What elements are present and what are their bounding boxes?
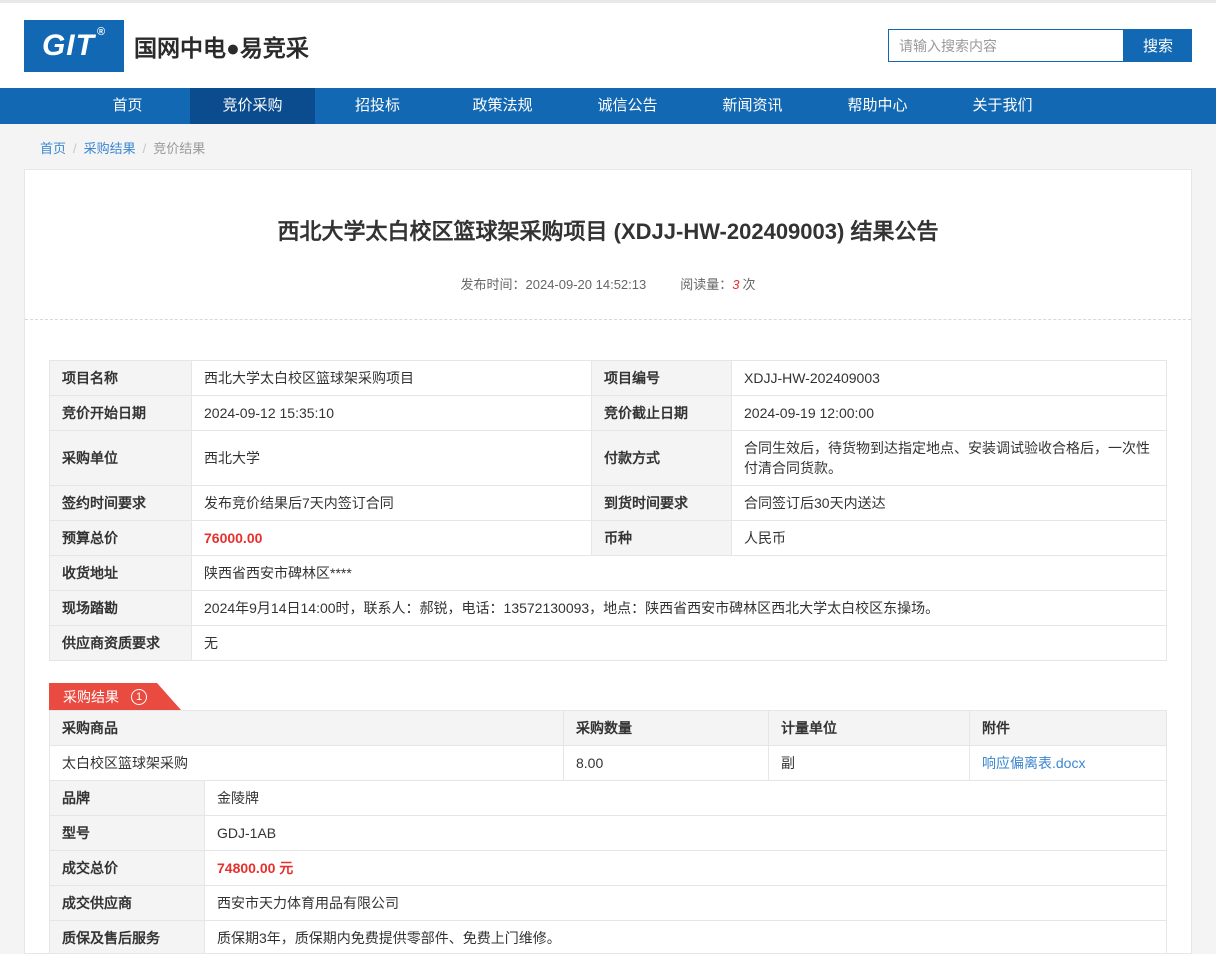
breadcrumb: 首页 / 采购结果 / 竞价结果 [0,124,1216,169]
breadcrumb-separator: / [143,141,147,156]
supplier-qualification-label: 供应商资质要求 [50,626,192,661]
final-price-label: 成交总价 [50,851,205,886]
table-row: 竞价开始日期 2024-09-12 15:35:10 竞价截止日期 2024-0… [50,396,1167,431]
table-row: 预算总价 76000.00 币种 人民币 [50,521,1167,556]
delivery-address-label: 收货地址 [50,556,192,591]
winning-supplier-value: 西安市天力体育用品有限公司 [205,886,1167,921]
table-row: 供应商资质要求 无 [50,626,1167,661]
nav-item-policies[interactable]: 政策法规 [440,88,565,124]
site-visit-label: 现场踏勘 [50,591,192,626]
payment-method-value: 合同生效后，待货物到达指定地点、安装调试验收合格后，一次性付清合同货款。 [732,431,1167,486]
budget-total-label: 预算总价 [50,521,192,556]
delivery-time-value: 合同签订后30天内送达 [732,486,1167,521]
attachment-header: 附件 [970,711,1167,746]
table-row: 收货地址 陕西省西安市碑林区**** [50,556,1167,591]
nav-item-tenders[interactable]: 招投标 [315,88,440,124]
project-name-label: 项目名称 [50,361,192,396]
table-header-row: 采购商品 采购数量 计量单位 附件 [50,711,1167,746]
final-price-value: 74800.00 元 [205,851,1167,886]
warranty-value: 质保期3年，质保期内免费提供零部件、免费上门维修。 [205,921,1167,954]
site-visit-value: 2024年9月14日14:00时，联系人：郝锐，电话：13572130093，地… [192,591,1167,626]
attachment-link[interactable]: 响应偏离表.docx [982,755,1085,771]
views-unit: 次 [742,277,755,292]
purchaser-value: 西北大学 [192,431,592,486]
table-row: 项目名称 西北大学太白校区篮球架采购项目 项目编号 XDJJ-HW-202409… [50,361,1167,396]
nav-item-news[interactable]: 新闻资讯 [690,88,815,124]
views-count: 3 [732,277,739,292]
signing-time-label: 签约时间要求 [50,486,192,521]
bid-start-label: 竞价开始日期 [50,396,192,431]
logo-text: GIT [42,29,95,63]
table-row: 现场踏勘 2024年9月14日14:00时，联系人：郝锐，电话：13572130… [50,591,1167,626]
currency-value: 人民币 [732,521,1167,556]
signing-time-value: 发布竞价结果后7天内签订合同 [192,486,592,521]
badge-label: 采购结果 [63,687,119,707]
delivery-time-label: 到货时间要求 [592,486,732,521]
supplier-qualification-value: 无 [192,626,1167,661]
table-row: 成交供应商 西安市天力体育用品有限公司 [50,886,1167,921]
unit-value: 副 [769,746,970,781]
article-meta: 发布时间：2024-09-20 14:52:13 阅读量：3次 [49,274,1167,293]
bid-start-value: 2024-09-12 15:35:10 [192,396,592,431]
project-info-table: 项目名称 西北大学太白校区篮球架采购项目 项目编号 XDJJ-HW-202409… [49,360,1167,661]
nav-item-help-center[interactable]: 帮助中心 [815,88,940,124]
search-button[interactable]: 搜索 [1124,29,1192,62]
warranty-label: 质保及售后服务 [50,921,205,954]
site-logo[interactable]: GIT® [24,20,124,72]
bid-deadline-value: 2024-09-19 12:00:00 [732,396,1167,431]
table-row: 签约时间要求 发布竞价结果后7天内签订合同 到货时间要求 合同签订后30天内送达 [50,486,1167,521]
model-value: GDJ-1AB [205,816,1167,851]
procurement-result-badge: 采购结果 1 [49,683,181,710]
unit-header: 计量单位 [769,711,970,746]
table-row: 成交总价 74800.00 元 [50,851,1167,886]
payment-method-label: 付款方式 [592,431,732,486]
table-row: 型号 GDJ-1AB [50,816,1167,851]
result-table: 采购商品 采购数量 计量单位 附件 太白校区篮球架采购 8.00 副 响应偏离表… [49,710,1167,781]
table-row: 质保及售后服务 质保期3年，质保期内免费提供零部件、免费上门维修。 [50,921,1167,954]
budget-total-value: 76000.00 [192,521,592,556]
page-title: 西北大学太白校区篮球架采购项目 (XDJJ-HW-202409003) 结果公告 [49,214,1167,246]
product-value: 太白校区篮球架采购 [50,746,564,781]
nav-item-about-us[interactable]: 关于我们 [940,88,1065,124]
purchaser-label: 采购单位 [50,431,192,486]
quantity-value: 8.00 [564,746,769,781]
table-row: 太白校区篮球架采购 8.00 副 响应偏离表.docx [50,746,1167,781]
site-header: GIT® 国网中电●易竞采 搜索 [0,3,1216,88]
title-section: 西北大学太白校区篮球架采购项目 (XDJJ-HW-202409003) 结果公告… [25,170,1191,320]
brand-value: 金陵牌 [205,781,1167,816]
table-row: 品牌 金陵牌 [50,781,1167,816]
breadcrumb-home[interactable]: 首页 [40,141,66,156]
breadcrumb-procurement-results[interactable]: 采购结果 [84,141,136,156]
registered-mark-icon: ® [97,26,106,38]
project-name-value: 西北大学太白校区篮球架采购项目 [192,361,592,396]
nav-item-integrity-notices[interactable]: 诚信公告 [565,88,690,124]
nav-item-bidding-procurement[interactable]: 竞价采购 [190,88,315,124]
publish-time-value: 2024-09-20 14:52:13 [526,277,647,292]
nav-item-home[interactable]: 首页 [65,88,190,124]
project-number-label: 项目编号 [592,361,732,396]
product-header: 采购商品 [50,711,564,746]
badge-number-icon: 1 [131,689,147,705]
search-input[interactable] [888,29,1124,62]
delivery-address-value: 陕西省西安市碑林区**** [192,556,1167,591]
breadcrumb-separator: / [73,141,77,156]
winning-supplier-label: 成交供应商 [50,886,205,921]
bid-deadline-label: 竞价截止日期 [592,396,732,431]
quantity-header: 采购数量 [564,711,769,746]
search-area: 搜索 [888,29,1192,62]
site-name: 国网中电●易竞采 [134,29,309,63]
result-details-table: 品牌 金陵牌 型号 GDJ-1AB 成交总价 74800.00 元 成交供应商 … [49,780,1167,954]
currency-label: 币种 [592,521,732,556]
announcement-card: 西北大学太白校区篮球架采购项目 (XDJJ-HW-202409003) 结果公告… [24,169,1192,954]
breadcrumb-current: 竞价结果 [153,141,205,156]
announcement-content: 项目名称 西北大学太白校区篮球架采购项目 项目编号 XDJJ-HW-202409… [25,320,1191,954]
main-nav: 首页 竞价采购 招投标 政策法规 诚信公告 新闻资讯 帮助中心 关于我们 [0,88,1216,124]
table-row: 采购单位 西北大学 付款方式 合同生效后，待货物到达指定地点、安装调试验收合格后… [50,431,1167,486]
brand-label: 品牌 [50,781,205,816]
views-label: 阅读量： [680,277,732,292]
project-number-value: XDJJ-HW-202409003 [732,361,1167,396]
model-label: 型号 [50,816,205,851]
publish-time-label: 发布时间： [461,277,526,292]
